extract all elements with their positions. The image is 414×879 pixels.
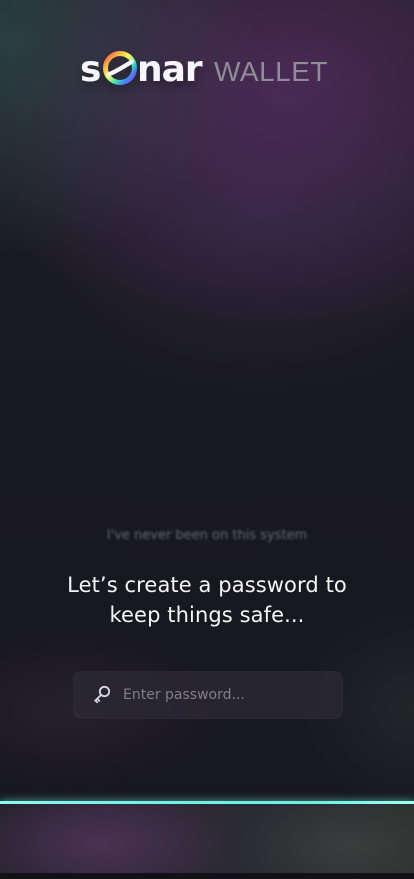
brand-fragment-s: s xyxy=(80,49,100,90)
bottom-screen-edge xyxy=(0,873,414,879)
sonar-wallet-logo: s nar WALLET xyxy=(80,46,335,94)
headline-line-one: Let’s create a password to xyxy=(67,573,347,597)
key-icon xyxy=(94,685,111,704)
rainbow-ring-logo-icon xyxy=(103,51,137,85)
password-creation-headline: Let’s create a password to keep things s… xyxy=(24,570,390,630)
sonar-wallet-logo-mark: s nar WALLET xyxy=(80,49,328,90)
sonar-wallet-onboarding-screen: s nar WALLET I've never been on this sys… xyxy=(0,0,414,879)
headline-line-two: keep things safe... xyxy=(109,603,305,627)
password-input[interactable] xyxy=(123,671,329,719)
bottom-gradient-panel xyxy=(0,804,414,879)
password-field-container[interactable] xyxy=(73,671,343,719)
brand-fragment-nar: nar xyxy=(137,49,203,90)
wallet-wordmark: WALLET xyxy=(214,56,328,87)
blurred-system-note: I've never been on this system xyxy=(106,528,308,543)
